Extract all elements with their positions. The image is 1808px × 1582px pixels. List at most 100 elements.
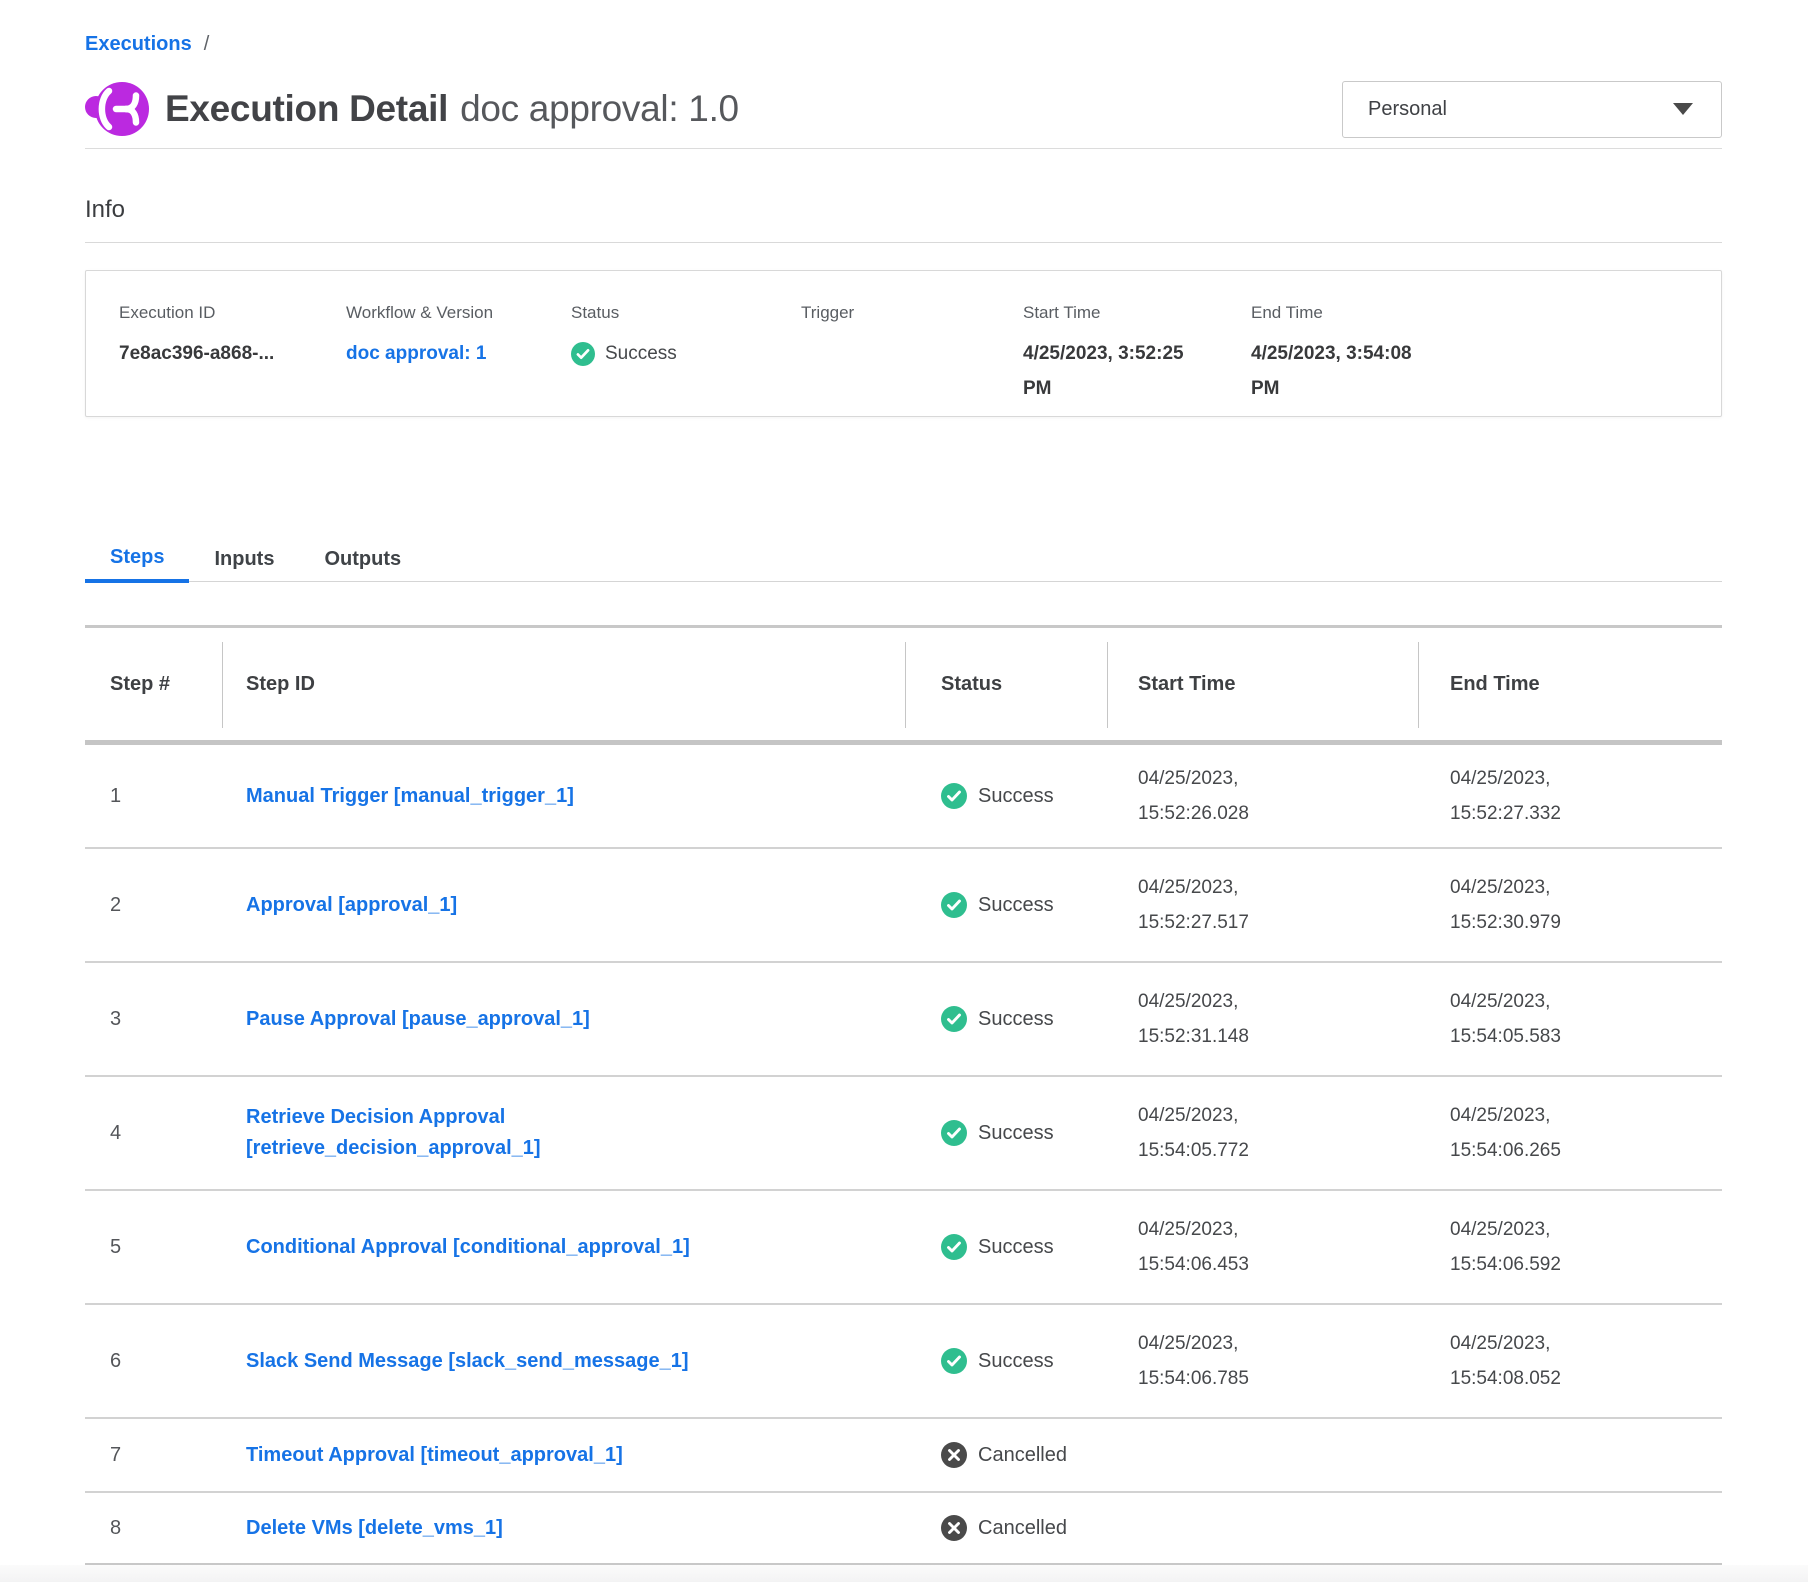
status-badge: Success [941,1234,1054,1260]
table-row: 4 Retrieve Decision Approval [retrieve_d… [85,1075,1722,1189]
row-start-time: 04/25/2023, 15:52:27.517 [1138,870,1303,940]
table-row: 2 Approval [approval_1] Success 04/25/20… [85,847,1722,961]
info-section-title: Info [85,195,1722,225]
chevron-down-icon [1673,103,1693,115]
execution-id-value: 7e8ac396-a868-... [119,336,346,371]
row-start-time: 04/25/2023, 15:52:26.028 [1138,761,1303,831]
success-check-icon [941,783,967,809]
success-check-icon [941,892,967,918]
success-check-icon [941,1348,967,1374]
field-label: Trigger [801,302,1023,324]
table-row: 3 Pause Approval [pause_approval_1] Succ… [85,961,1722,1075]
execution-detail-page: Executions/ Execution Detaildoc approval… [85,0,1722,1568]
info-divider [85,242,1722,243]
tab-outputs[interactable]: Outputs [299,535,426,583]
status-badge: Cancelled [941,1442,1067,1468]
breadcrumb: Executions/ [85,0,1722,58]
status-badge: Success [941,1348,1054,1374]
step-number: 2 [110,894,121,917]
field-label: End Time [1251,302,1721,324]
status-text: Success [978,1350,1054,1373]
workflow-version-link[interactable]: doc approval: 1 [346,343,486,364]
status-text: Success [978,1122,1054,1145]
step-link[interactable]: Slack Send Message [slack_send_message_1… [246,1346,688,1377]
success-check-icon [941,1006,967,1032]
step-number: 7 [110,1444,121,1467]
workspace-selector-value: Personal [1368,98,1447,121]
steps-table-header: Step # Step ID Status Start Time End Tim… [85,625,1722,745]
page-subtitle: doc approval: 1.0 [460,88,739,129]
step-number: 8 [110,1517,121,1540]
row-end-time: 04/25/2023, 15:52:27.332 [1450,761,1615,831]
steps-table-body: 1 Manual Trigger [manual_trigger_1] Succ… [85,745,1722,1568]
step-link[interactable]: Delete VMs [delete_vms_1] [246,1513,503,1544]
column-header-status: Status [905,628,1107,740]
info-field-trigger: Trigger [801,302,1023,416]
step-number: 1 [110,785,121,808]
row-end-time: 04/25/2023, 15:54:06.265 [1450,1098,1615,1168]
status-badge: Cancelled [941,1515,1067,1541]
field-label: Start Time [1023,302,1251,324]
status-text: Success [978,1236,1054,1259]
status-text: Success [978,785,1054,808]
row-end-time: 04/25/2023, 15:54:08.052 [1450,1326,1615,1396]
workflow-icon [85,80,149,138]
info-field-start-time: Start Time 4/25/2023, 3:52:25 PM [1023,302,1251,416]
status-badge: Success [941,1120,1054,1146]
status-text: Success [605,336,677,371]
end-time-value: 4/25/2023, 3:54:08 PM [1251,336,1441,406]
info-field-execution-id: Execution ID 7e8ac396-a868-... [119,302,346,416]
table-row: 5 Conditional Approval [conditional_appr… [85,1189,1722,1303]
status-badge: Success [941,1006,1054,1032]
info-card: Execution ID 7e8ac396-a868-... Workflow … [85,270,1722,417]
column-header-end-time: End Time [1418,628,1722,740]
info-field-workflow-version: Workflow & Version doc approval: 1 [346,302,571,416]
status-badge: Success [571,336,677,371]
step-link[interactable]: Pause Approval [pause_approval_1] [246,1004,590,1035]
step-link[interactable]: Retrieve Decision Approval [retrieve_dec… [246,1102,786,1164]
row-start-time: 04/25/2023, 15:54:05.772 [1138,1098,1303,1168]
success-check-icon [941,1234,967,1260]
info-field-status: Status Success [571,302,801,416]
column-header-step-number: Step # [85,628,222,740]
tab-bar: Steps Inputs Outputs [85,535,1722,583]
step-number: 6 [110,1350,121,1373]
row-start-time: 04/25/2023, 15:54:06.453 [1138,1212,1303,1282]
title-divider [85,148,1722,149]
status-badge: Success [941,783,1054,809]
cancelled-x-icon [941,1442,967,1468]
breadcrumb-executions-link[interactable]: Executions [85,33,192,55]
step-number: 3 [110,1008,121,1031]
success-check-icon [571,342,595,366]
column-header-step-id: Step ID [222,628,905,740]
table-row: 1 Manual Trigger [manual_trigger_1] Succ… [85,745,1722,847]
row-start-time: 04/25/2023, 15:54:06.785 [1138,1326,1303,1396]
page-bottom-strip [0,1565,1808,1582]
tab-inputs[interactable]: Inputs [189,535,299,583]
cancelled-x-icon [941,1515,967,1541]
info-field-end-time: End Time 4/25/2023, 3:54:08 PM [1251,302,1721,416]
status-text: Cancelled [978,1444,1067,1467]
row-end-time: 04/25/2023, 15:54:05.583 [1450,984,1615,1054]
page-title: Execution Detaildoc approval: 1.0 [165,88,739,130]
field-label: Workflow & Version [346,302,571,324]
success-check-icon [941,1120,967,1146]
step-link[interactable]: Manual Trigger [manual_trigger_1] [246,781,574,812]
start-time-value: 4/25/2023, 3:52:25 PM [1023,336,1213,406]
status-text: Success [978,1008,1054,1031]
row-end-time: 04/25/2023, 15:52:30.979 [1450,870,1615,940]
step-link[interactable]: Conditional Approval [conditional_approv… [246,1232,690,1263]
workspace-selector[interactable]: Personal [1342,81,1722,138]
table-row: 7 Timeout Approval [timeout_approval_1] … [85,1417,1722,1491]
status-text: Cancelled [978,1517,1067,1540]
step-link[interactable]: Timeout Approval [timeout_approval_1] [246,1440,623,1471]
field-label: Status [571,302,801,324]
status-badge: Success [941,892,1054,918]
tab-steps[interactable]: Steps [85,535,189,583]
title-row: Execution Detaildoc approval: 1.0 Person… [85,78,1722,140]
table-row: 8 Delete VMs [delete_vms_1] Cancelled [85,1491,1722,1563]
row-start-time: 04/25/2023, 15:52:31.148 [1138,984,1303,1054]
status-text: Success [978,894,1054,917]
step-link[interactable]: Approval [approval_1] [246,890,457,921]
step-number: 4 [110,1122,121,1145]
